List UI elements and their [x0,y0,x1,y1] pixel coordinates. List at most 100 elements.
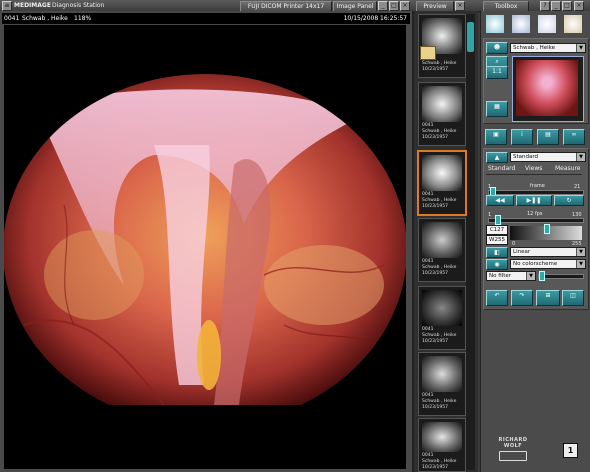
colorscheme-select-value: No colorscheme [513,261,558,267]
image-info-bar: 0041 Schwab , Heike 118% 10/15/2008 16:2… [2,13,410,24]
patient-name: Schwab , Heike [22,15,68,22]
lut-select[interactable]: Linear ▼ [510,247,586,257]
page-1-icon[interactable]: 1 [563,443,578,458]
lut-icon[interactable]: ◧ [486,247,508,258]
patient-icon[interactable]: ☻ [486,42,508,54]
folder-icon[interactable] [420,46,436,60]
preview-thumb-image [516,60,578,116]
thumbnail-name: Schwab , Heike [422,61,457,66]
thumbnail-image [422,155,462,191]
toolbox-minimize-icon[interactable]: _ [551,1,561,11]
archive-icon[interactable] [512,15,530,33]
close-icon[interactable]: × [400,1,410,11]
chevron-down-icon: ▼ [576,248,585,256]
info-icon[interactable]: i [511,129,533,145]
rotate-left-icon[interactable]: ↶ [486,290,508,306]
lut-select-value: Linear [513,249,531,255]
thumbnail-id: 0041 [422,393,434,398]
chevron-down-icon: ▼ [526,272,535,280]
loop-button[interactable]: ↻ [554,195,584,206]
thumbnail-image [422,290,462,326]
preview-close-icon[interactable]: × [455,1,465,11]
brand-logo: RICHARD WOLF [492,437,534,461]
mode-select-value: Standard [513,154,539,160]
thumbnail-name: Schwab , Heike [422,459,457,464]
thumbnail-id: 0041 [422,259,434,264]
zoom-1to1-button[interactable]: 1:1 [486,66,508,79]
grid-layout-icon[interactable]: ▦ [486,101,508,117]
contrast-value[interactable]: C127 [486,225,508,235]
thumbnail-date: 10/23/1957 [422,204,448,209]
preview-scrollbar[interactable] [466,14,475,470]
fps-slider-knob[interactable] [495,215,501,225]
export-icon[interactable] [564,15,582,33]
colorscheme-icon[interactable]: ◉ [486,259,508,270]
image-datetime: 10/15/2008 16:25:57 [343,15,407,22]
endoscopy-image-render [4,25,406,469]
image-preview-thumb [512,56,584,122]
thumbnail-image [422,356,462,392]
help-icon[interactable]: ? [540,1,550,11]
rewind-button[interactable]: ◀◀ [486,195,514,206]
endoscopy-image[interactable] [4,25,406,469]
database-icon[interactable] [538,15,556,33]
chevron-down-icon: ▼ [576,260,585,268]
thumbnail-4[interactable]: 0041 Schwab , Heike 10/23/1957 [418,218,466,282]
thumbnail-name: Schwab , Heike [422,333,457,338]
link-icon[interactable]: ∞ [563,129,585,145]
fps-slider[interactable] [488,218,584,223]
window-level-knob[interactable] [544,224,550,234]
app-subtitle: Diagnosis Station [52,2,105,9]
brand-mark [499,451,527,461]
play-pause-button[interactable]: ▶❚❚ [516,195,552,206]
thumbnail-image [422,422,462,452]
thumbnail-7[interactable]: 0041 Schwab , Heike 10/23/1957 [418,418,466,472]
thumbnail-5[interactable]: 0041 Schwab , Heike 10/23/1957 [418,286,466,350]
patient-select[interactable]: Schwab , Heike ▼ [510,43,586,53]
thumbnail-name: Schwab , Heike [422,129,457,134]
filter-select[interactable]: No filter ▼ [486,271,536,281]
filter-slider-knob[interactable] [539,271,545,281]
filter-select-value: No filter [489,273,512,279]
thumbnail-date: 10/23/1957 [422,339,448,344]
brand-text: RICHARD WOLF [498,437,528,449]
app-menu-icon[interactable]: ≡ [2,1,12,11]
thumbnail-image [422,222,462,258]
thumbnail-image [422,86,462,122]
toolbox-maximize-icon[interactable]: □ [562,1,572,11]
chevron-down-icon: ▼ [576,44,585,52]
compare-icon[interactable]: ◫ [562,290,584,306]
document-icon[interactable]: ▤ [537,129,559,145]
frame-label: frame [530,183,545,189]
thumbnail-id: 0041 [422,327,434,332]
preset-icon[interactable]: ▲ [486,152,508,163]
minimize-icon[interactable]: _ [378,1,388,11]
window-value[interactable]: W255 [486,235,508,245]
thumbnail-date: 10/23/1957 [422,405,448,410]
chevron-down-icon: ▼ [576,153,585,161]
preview-scroll-thumb[interactable] [467,22,474,52]
thumbnail-name: Schwab , Heike [422,265,457,270]
thumbnail-id: 0041 [422,192,434,197]
thumbnail-2[interactable]: 0041 Schwab , Heike 10/23/1957 [418,82,466,146]
grid-split-icon[interactable]: ⊞ [536,290,560,306]
tab-measure[interactable]: Measure [555,165,581,172]
thumbnail-name: Schwab , Heike [422,198,457,203]
rotate-right-icon[interactable]: ↷ [511,290,533,306]
thumbnail-id: 0041 [422,123,434,128]
open-icon[interactable] [486,15,504,33]
tab-standard[interactable]: Standard [488,165,515,172]
fps-label: 12 fps [527,211,543,217]
tab-views[interactable]: Views [525,165,542,172]
mode-select[interactable]: Standard ▼ [510,152,586,162]
colorscheme-select[interactable]: No colorscheme ▼ [510,259,586,269]
thumbnail-id: 0041 [422,453,434,458]
image-tools-icon[interactable]: ▣ [485,129,507,145]
thumbnail-date: 10/23/1957 [422,271,448,276]
toolbox-close-icon[interactable]: × [574,1,584,11]
thumbnail-6[interactable]: 0041 Schwab , Heike 10/23/1957 [418,352,466,416]
thumbnail-date: 10/23/1957 [422,135,448,140]
thumbnail-3-selected[interactable]: 0041 Schwab , Heike 10/23/1957 [417,150,467,216]
maximize-icon[interactable]: □ [389,1,399,11]
patient-id: 0041 [4,15,20,22]
